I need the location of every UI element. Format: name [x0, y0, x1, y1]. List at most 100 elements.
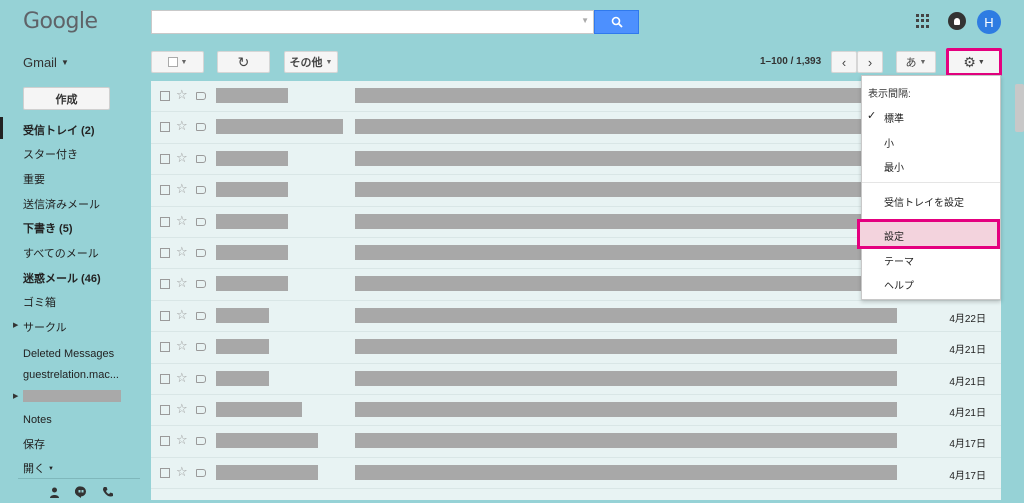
sidebar-item-all-mail[interactable]: すべてのメール: [23, 245, 99, 261]
importance-marker-icon[interactable]: [196, 186, 206, 195]
table-row[interactable]: ☆ 4月17日: [151, 458, 1001, 490]
sidebar-item-save[interactable]: 保存: [23, 436, 45, 452]
more-button[interactable]: その他 ▼: [284, 51, 338, 73]
more-label: その他: [289, 57, 323, 69]
refresh-button[interactable]: ↻: [217, 51, 270, 73]
importance-marker-icon[interactable]: [196, 405, 206, 414]
importance-marker-icon[interactable]: [196, 343, 206, 352]
sidebar-item-deleted-messages[interactable]: Deleted Messages: [23, 348, 114, 360]
star-icon[interactable]: ☆: [176, 182, 188, 195]
scrollbar-thumb[interactable]: [1015, 84, 1024, 132]
search-input[interactable]: ▼: [151, 10, 594, 34]
person-icon[interactable]: [47, 486, 61, 498]
apps-grid-icon[interactable]: [916, 14, 930, 28]
menu-item-density-small[interactable]: 小: [884, 135, 894, 150]
menu-item-density-smallest[interactable]: 最小: [884, 159, 904, 174]
expand-arrow-icon[interactable]: ▶: [13, 392, 18, 400]
table-row[interactable]: ☆ 4月17日: [151, 426, 1001, 458]
older-button[interactable]: ›: [857, 51, 883, 73]
sidebar-item-starred[interactable]: スター付き: [23, 146, 78, 162]
select-button[interactable]: ▼: [151, 51, 204, 73]
row-checkbox[interactable]: [160, 404, 170, 415]
table-row[interactable]: ☆ 4月21日: [151, 364, 1001, 395]
menu-item-themes[interactable]: テーマ: [884, 253, 914, 268]
star-icon[interactable]: ☆: [176, 308, 188, 321]
star-icon[interactable]: ☆: [176, 151, 188, 164]
sidebar-item-guestrelation[interactable]: guestrelation.mac...: [23, 369, 119, 381]
gear-icon: ⚙: [963, 53, 976, 70]
star-icon[interactable]: ☆: [176, 88, 188, 101]
row-checkbox[interactable]: [160, 153, 170, 164]
row-date: 4月22日: [949, 313, 986, 325]
avatar[interactable]: H: [977, 10, 1001, 34]
importance-marker-icon[interactable]: [196, 248, 206, 257]
importance-marker-icon[interactable]: [196, 217, 206, 226]
menu-item-density-standard[interactable]: 標準: [884, 110, 904, 125]
star-icon[interactable]: ☆: [176, 339, 188, 352]
sidebar-item-spam[interactable]: 迷惑メール (46): [23, 270, 101, 286]
sidebar-item-inbox[interactable]: 受信トレイ (2): [23, 122, 95, 138]
row-checkbox[interactable]: [160, 467, 170, 478]
star-icon[interactable]: ☆: [176, 245, 188, 258]
star-icon[interactable]: ☆: [176, 465, 188, 478]
sidebar-item-circles[interactable]: サークル: [23, 319, 67, 335]
star-icon[interactable]: ☆: [176, 119, 188, 132]
expand-arrow-icon[interactable]: ▶: [13, 321, 18, 329]
sidebar-item-more[interactable]: 開く ▼: [23, 460, 54, 476]
sidebar-item-trash[interactable]: ゴミ箱: [23, 294, 56, 310]
star-icon[interactable]: ☆: [176, 276, 188, 289]
notifications-icon[interactable]: [948, 12, 966, 30]
row-checkbox[interactable]: [160, 185, 170, 196]
sidebar-item-drafts[interactable]: 下書き (5): [23, 220, 73, 236]
star-icon[interactable]: ☆: [176, 433, 188, 446]
row-checkbox[interactable]: [160, 122, 170, 133]
hangouts-icon[interactable]: [74, 486, 88, 498]
redacted-subject: [355, 401, 897, 417]
table-row[interactable]: ☆ 4月22日: [151, 301, 1001, 333]
sidebar-item-notes[interactable]: Notes: [23, 414, 52, 426]
star-icon[interactable]: ☆: [176, 214, 188, 227]
menu-item-settings[interactable]: 設定: [884, 228, 904, 243]
star-icon[interactable]: ☆: [176, 371, 188, 384]
redacted-subject: [355, 150, 897, 166]
google-logo[interactable]: Google: [23, 9, 98, 34]
importance-marker-icon[interactable]: [196, 280, 206, 289]
search-options-icon[interactable]: ▼: [581, 16, 589, 25]
row-checkbox[interactable]: [160, 216, 170, 227]
table-row[interactable]: ☆ 4月21日: [151, 395, 1001, 427]
importance-marker-icon[interactable]: [196, 311, 206, 320]
importance-marker-icon[interactable]: [196, 123, 206, 132]
search-button[interactable]: [594, 10, 639, 34]
row-checkbox[interactable]: [160, 91, 170, 101]
redacted-subject: [355, 276, 897, 292]
input-tools-button[interactable]: あ ▼: [896, 51, 936, 73]
chevron-down-icon: ▼: [977, 58, 985, 66]
row-checkbox[interactable]: [160, 247, 170, 258]
row-checkbox[interactable]: [160, 373, 170, 384]
redacted-subject: [355, 339, 897, 355]
row-checkbox[interactable]: [160, 310, 170, 321]
row-checkbox[interactable]: [160, 342, 170, 353]
menu-item-help[interactable]: ヘルプ: [884, 277, 914, 292]
row-checkbox[interactable]: [160, 279, 170, 290]
redacted-label[interactable]: [23, 390, 121, 402]
importance-marker-icon[interactable]: [196, 437, 206, 446]
sidebar-item-important[interactable]: 重要: [23, 171, 45, 187]
scrollbar-track[interactable]: [1008, 81, 1024, 503]
star-icon[interactable]: ☆: [176, 402, 188, 415]
importance-marker-icon[interactable]: [196, 468, 206, 477]
table-row[interactable]: ☆ 4月21日: [151, 332, 1001, 364]
compose-button[interactable]: 作成: [23, 87, 110, 110]
app-switcher[interactable]: Gmail ▼: [23, 55, 69, 70]
chevron-right-icon: ›: [867, 54, 873, 70]
importance-marker-icon[interactable]: [196, 92, 206, 100]
importance-marker-icon[interactable]: [196, 154, 206, 163]
settings-button[interactable]: ⚙ ▼: [946, 48, 1002, 76]
newer-button[interactable]: ‹: [831, 51, 857, 73]
importance-marker-icon[interactable]: [196, 374, 206, 383]
phone-icon[interactable]: [101, 486, 115, 498]
row-checkbox[interactable]: [160, 436, 170, 447]
sidebar-item-sent[interactable]: 送信済みメール: [23, 196, 100, 212]
menu-item-configure-inbox[interactable]: 受信トレイを設定: [884, 194, 964, 209]
checkmark-icon: ✓: [867, 110, 877, 122]
